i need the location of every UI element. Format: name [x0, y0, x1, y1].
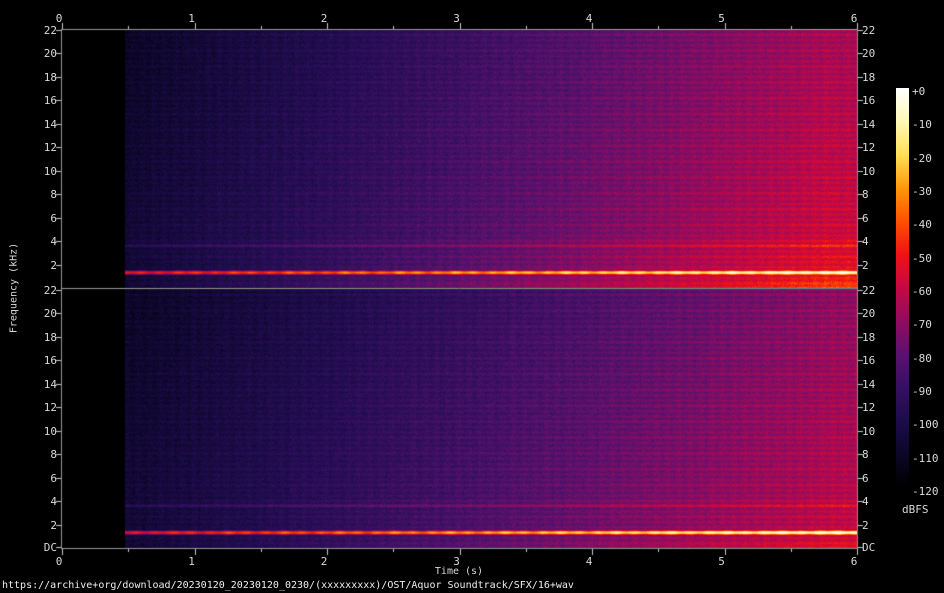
freq-tick-label: 14 [0, 378, 57, 392]
time-tick-label: 4 [586, 12, 593, 26]
y-axis-title: Frequency (kHz) [8, 243, 21, 333]
freq-tick-label: 10 [862, 165, 875, 179]
freq-tick-label: 2 [0, 519, 57, 533]
freq-dc-label: DC [0, 541, 57, 555]
freq-tick-label: 18 [862, 331, 875, 345]
freq-tick-label: 8 [862, 448, 869, 462]
freq-tick-label: 12 [862, 141, 875, 155]
freq-tick-label: 2 [862, 519, 869, 533]
time-tick-label: 3 [453, 12, 460, 26]
freq-tick-label: 6 [0, 472, 57, 486]
freq-tick-label: 8 [0, 188, 57, 202]
time-tick-label: 0 [56, 555, 63, 569]
freq-tick-label: 12 [0, 141, 57, 155]
freq-tick-label: 14 [0, 118, 57, 132]
colorbar-tick-label: -100 [912, 418, 939, 432]
freq-tick-label: 22 [0, 24, 57, 38]
colorbar-tick-label: -50 [912, 252, 932, 266]
freq-tick-label: 20 [862, 47, 875, 61]
x-axis-title: Time (s) [435, 565, 483, 578]
colorbar-tick-label: -10 [912, 118, 932, 132]
time-tick-label: 1 [188, 555, 195, 569]
freq-tick-label: 10 [0, 425, 57, 439]
freq-tick-label: 20 [0, 47, 57, 61]
freq-dc-label: DC [862, 541, 875, 555]
freq-tick-label: 16 [0, 94, 57, 108]
freq-tick-label: 16 [862, 94, 875, 108]
file-url-caption: https://archive+org/download/20230120_20… [2, 579, 574, 592]
freq-tick-label: 10 [862, 425, 875, 439]
freq-tick-label: 4 [862, 495, 869, 509]
time-tick-label: 5 [718, 12, 725, 26]
spectrogram-figure: 0123456 0123456 222018161412108642222018… [0, 0, 944, 593]
freq-tick-label: 8 [862, 188, 869, 202]
freq-tick-label: 12 [0, 401, 57, 415]
freq-tick-label: 8 [0, 448, 57, 462]
freq-tick-label: 6 [862, 212, 869, 226]
colorbar-unit-label: dBFS [902, 503, 929, 516]
freq-tick-label: 18 [0, 71, 57, 85]
freq-tick-label: 4 [862, 235, 869, 249]
spectrogram-right-channel [62, 289, 857, 548]
freq-tick-label: 10 [0, 165, 57, 179]
colorbar-tick-label: -90 [912, 385, 932, 399]
colorbar-tick-label: -120 [912, 485, 939, 499]
spectrogram-left-channel [62, 29, 857, 288]
colorbar [896, 88, 909, 488]
freq-tick-label: 22 [862, 284, 875, 298]
freq-tick-label: 14 [862, 378, 875, 392]
freq-tick-label: 2 [862, 259, 869, 273]
colorbar-tick-label: -20 [912, 152, 932, 166]
colorbar-tick-label: +0 [912, 85, 925, 99]
colorbar-tick-label: -30 [912, 185, 932, 199]
freq-tick-label: 18 [862, 71, 875, 85]
time-tick-label: 0 [56, 12, 63, 26]
freq-tick-label: 20 [862, 307, 875, 321]
freq-tick-label: 6 [862, 472, 869, 486]
time-tick-label: 5 [718, 555, 725, 569]
colorbar-tick-label: -110 [912, 452, 939, 466]
freq-tick-label: 4 [0, 495, 57, 509]
freq-tick-label: 6 [0, 212, 57, 226]
colorbar-tick-label: -70 [912, 318, 932, 332]
freq-tick-label: 16 [0, 354, 57, 368]
freq-tick-label: 16 [862, 354, 875, 368]
colorbar-tick-label: -80 [912, 352, 932, 366]
freq-tick-label: 22 [862, 24, 875, 38]
colorbar-tick-label: -60 [912, 285, 932, 299]
freq-tick-label: 12 [862, 401, 875, 415]
time-tick-label: 1 [188, 12, 195, 26]
time-tick-label: 6 [851, 12, 858, 26]
time-tick-label: 2 [321, 555, 328, 569]
freq-tick-label: 14 [862, 118, 875, 132]
colorbar-tick-label: -40 [912, 218, 932, 232]
time-tick-label: 4 [586, 555, 593, 569]
time-tick-label: 2 [321, 12, 328, 26]
time-tick-label: 6 [851, 555, 858, 569]
